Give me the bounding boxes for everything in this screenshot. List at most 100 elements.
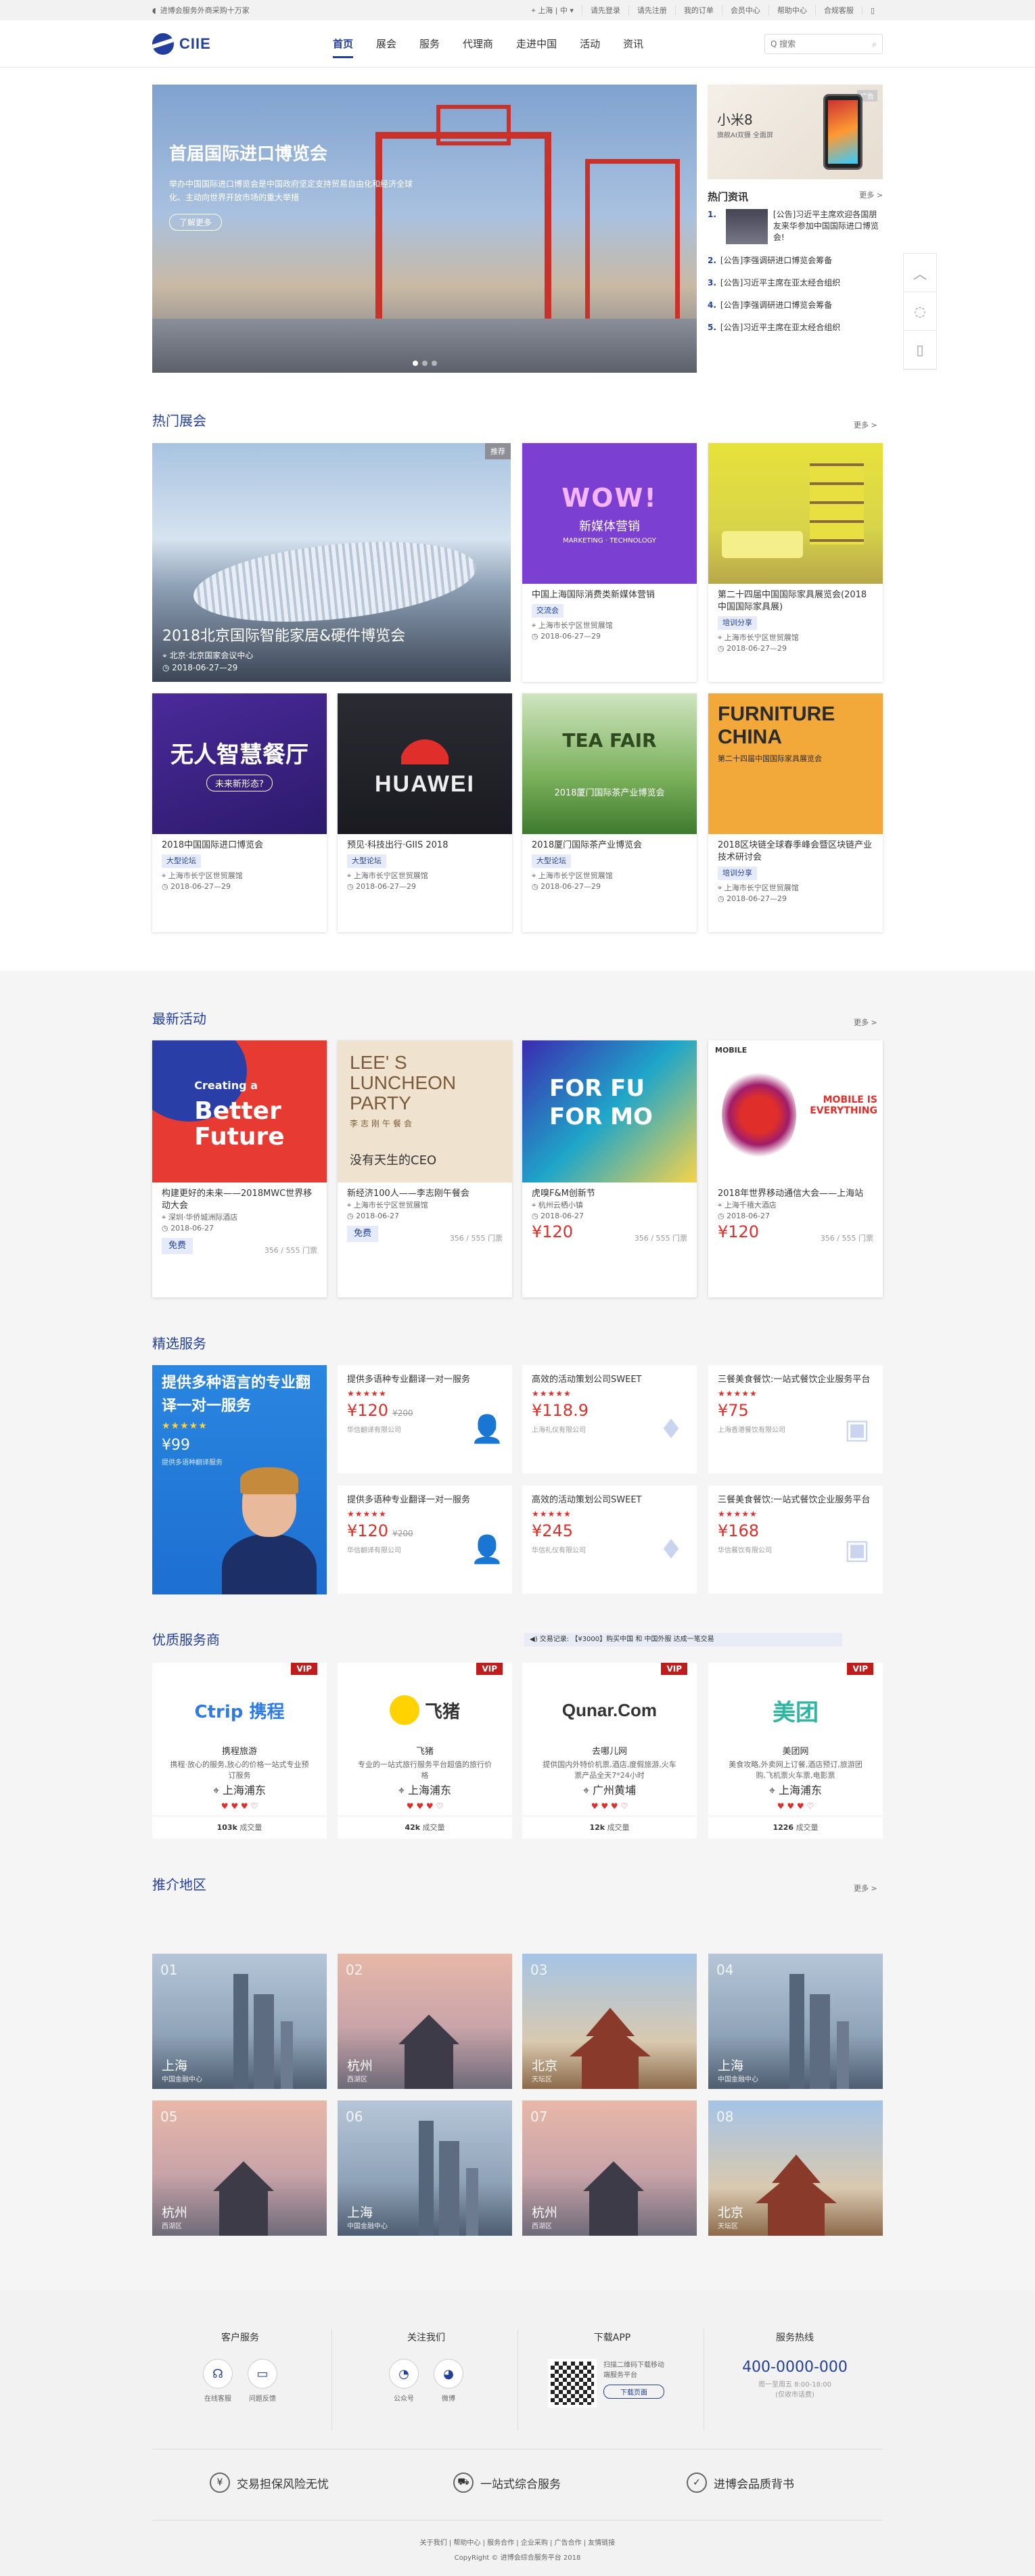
news-item[interactable]: 1. [公告]习近平主席欢迎各国朋友来华参加中国国际进口博览会! <box>708 209 883 244</box>
activity-card[interactable]: LEE' S LUNCHEON PARTY 李志刚午餐会 没有天生的CEO 新经济1… <box>338 1040 512 1297</box>
vendor-location: 广州黄埔 <box>593 1784 637 1797</box>
register-link[interactable]: 请先注册 <box>628 5 675 16</box>
activity-card[interactable]: MOBILE MOBILE IS EVERYTHING 2018年世界移动通信大会… <box>708 1040 883 1297</box>
news-item[interactable]: 5. [公告]习近平主席在亚太经合组织 <box>708 317 883 339</box>
search-icon[interactable]: ⌕ <box>872 39 877 49</box>
news-item[interactable]: 4. [公告]李强调研进口博览会筹备 <box>708 294 883 317</box>
mobile-icon[interactable]: ▯ <box>861 5 883 15</box>
exhibition-card[interactable]: WOW! 新媒体营销 MARKETING · TECHNOLOGY 中国上海国际… <box>522 443 697 682</box>
tie-icon: ♦ <box>659 1534 683 1565</box>
nav-news[interactable]: 资讯 <box>612 20 655 68</box>
hot-news-more[interactable]: 更多 > <box>859 189 883 204</box>
news-thumbnail <box>725 209 768 244</box>
qr-code <box>548 2359 597 2408</box>
vendor-card[interactable]: VIP Ctrip 携程 携程旅游 携程·放心的服务,放心的价格一站式专业预订服… <box>152 1663 327 1839</box>
phone-icon[interactable]: ▯ <box>904 331 936 369</box>
nav-china[interactable]: 走进中国 <box>505 20 568 68</box>
region-card[interactable]: 04 上海 中国金融中心 <box>708 1954 883 2089</box>
exhibition-image: FURNITURE CHINA 第二十四届中国国际家具展览会 <box>708 693 883 834</box>
exhibition-card[interactable]: HUAWEI 预见·科技出行·GIIS 2018 大型论坛 ⌖ 上海市长宁区世贸… <box>338 693 512 932</box>
member-center-link[interactable]: 会员中心 <box>721 5 768 16</box>
vendor-card[interactable]: VIP 美团 美团网 美食攻略,外卖网上订餐,酒店预订,旅游团购,飞机票火车票,… <box>708 1663 883 1839</box>
activity-price: ¥120 <box>532 1222 574 1241</box>
hot-news: 热门资讯 更多 > 1. [公告]习近平主席欢迎各国朋友来华参加中国国际进口博览会… <box>708 189 883 339</box>
service-card[interactable]: 提供多语种专业翻译一对一服务 ★★★★★ ¥120 ¥200 华信翻译有限公司 👤 <box>338 1486 512 1594</box>
location-selector[interactable]: ⌖ 上海 | 中 ▾ <box>524 5 582 16</box>
activity-location: 深圳·华侨城洲际酒店 <box>168 1213 238 1222</box>
region-card[interactable]: 03 北京 天坛区 <box>522 1954 697 2089</box>
featured-service-sub: 提供多语种翻译服务 <box>162 1459 223 1467</box>
featured-service[interactable]: 提供多种语言的专业翻译一对一服务 ★★★★★ ¥99 提供多语种翻译服务 <box>152 1365 327 1594</box>
regions-more[interactable]: 更多 > <box>854 1883 877 1893</box>
region-card[interactable]: 08 北京 天坛区 <box>708 2100 883 2236</box>
orders-link[interactable]: 我的订单 <box>674 5 722 16</box>
exhibition-card[interactable]: 无人智慧餐厅 未来新形态? 2018中国国际进口博览会 大型论坛 ⌖ 上海市长宁… <box>152 693 327 932</box>
vendor-deals: 1226 成交量 <box>708 1816 883 1839</box>
back-to-top-icon[interactable]: ︿ <box>904 254 936 292</box>
news-item[interactable]: 2. [公告]李强调研进口博览会筹备 <box>708 250 883 272</box>
vendor-card[interactable]: VIP Qunar.Com 去哪儿网 提供国内外特价机票,酒店,度假旅游,火车票… <box>522 1663 697 1839</box>
wechat-button[interactable]: ◔ 公众号 <box>387 2359 421 2403</box>
login-link[interactable]: 请先登录 <box>581 5 628 16</box>
nav-services[interactable]: 服务 <box>408 20 451 68</box>
side-ad[interactable]: 广告 小米8 旗舰AI双摄 全面屏 <box>708 85 883 179</box>
download-page-button[interactable]: 下载页面 <box>603 2385 664 2399</box>
featured-exhibition[interactable]: 推荐 2018北京国际智能家居&硬件博览会 ⌖ 北京·北京国家会议中心 ◷ 20… <box>152 443 511 682</box>
headset-icon: ☊ <box>203 2359 233 2389</box>
exhibition-card[interactable]: 第二十四届中国国际家具展览会(2018中国国际家具展) 培训分享 ⌖ 上海市长宁… <box>708 443 883 682</box>
activity-image: LEE' S LUNCHEON PARTY 李志刚午餐会 没有天生的CEO <box>338 1040 512 1182</box>
help-center-link[interactable]: 帮助中心 <box>768 5 815 16</box>
region-card[interactable]: 01 上海 中国金融中心 <box>152 1954 327 2089</box>
check-shield-icon: ✓ <box>687 2472 707 2493</box>
search-input[interactable] <box>770 39 873 49</box>
activity-card[interactable]: Creating a Better Future 构建更好的未来——2018MWC世… <box>152 1040 327 1297</box>
service-card[interactable]: 三餐美食餐饮:一站式餐饮企业服务平台 ★★★★★ ¥75 上海香港餐饮有限公司 … <box>708 1365 883 1473</box>
compliance-service-link[interactable]: 合规客服 <box>814 5 862 16</box>
recommend-tag: 推荐 <box>485 443 511 459</box>
service-card[interactable]: 高效的活动策划公司SWEET ★★★★★ ¥245 华信礼仪有限公司 ♦ <box>522 1486 697 1594</box>
activities-more[interactable]: 更多 > <box>854 1017 877 1028</box>
service-card[interactable]: 高效的活动策划公司SWEET ★★★★★ ¥118.9 上海礼仪有限公司 ♦ <box>522 1365 697 1473</box>
vendor-deals: 12k 成交量 <box>522 1816 697 1839</box>
carousel-dot[interactable] <box>431 361 437 366</box>
nav-activities[interactable]: 活动 <box>568 20 612 68</box>
vendor-rating: ♥ ♥ ♥ ♡ <box>221 1801 258 1811</box>
service-card[interactable]: 三餐美食餐饮:一站式餐饮企业服务平台 ★★★★★ ¥168 华信餐饮有限公司 ▣ <box>708 1486 883 1594</box>
region-subtitle: 天坛区 <box>718 2223 738 2230</box>
region-card[interactable]: 06 上海 中国金融中心 <box>338 2100 512 2236</box>
person-icon: 👤 <box>470 1534 504 1565</box>
region-card[interactable]: 05 杭州 西湖区 <box>152 2100 327 2236</box>
hot-exhibitions-more[interactable]: 更多 > <box>854 419 877 430</box>
activity-card[interactable]: FOR FU FOR MO 虎嗅F&M创新节 ⌖ 杭州云栖小镇 ◷ 2018-06… <box>522 1040 697 1297</box>
exhibition-title: 2018厦门国际茶产业博览会 <box>532 840 643 850</box>
exhibition-card[interactable]: FURNITURE CHINA 第二十四届中国国际家具展览会 2018区块链全球春… <box>708 693 883 932</box>
service-card[interactable]: 提供多语种专业翻译一对一服务 ★★★★★ ¥120 ¥200 华信翻译有限公司 👤 <box>338 1365 512 1473</box>
footer-links[interactable]: 关于我们 | 帮助中心 | 服务合作 | 企业采购 | 广告合作 | 友情链接 <box>0 2537 1035 2547</box>
region-city: 北京 <box>718 2205 744 2220</box>
message-icon: ▭ <box>248 2359 277 2389</box>
region-card[interactable]: 02 杭州 西湖区 <box>338 1954 512 2089</box>
news-item[interactable]: 3. [公告]习近平主席在亚太经合组织 <box>708 272 883 294</box>
nav-home[interactable]: 首页 <box>321 20 365 68</box>
vendor-card[interactable]: VIP 飞猪 飞猪 专业的一站式旅行服务平台超值的旅行价格 ⌖ 上海浦东 ♥ ♥… <box>338 1663 512 1839</box>
region-card[interactable]: 07 杭州 西湖区 <box>522 2100 697 2236</box>
feedback-button[interactable]: ▭ 问题反馈 <box>246 2359 279 2403</box>
section-title-services: 精选服务 <box>152 1335 206 1352</box>
carousel-dot[interactable] <box>412 361 418 366</box>
exhibition-image: TEA FAIR 2018厦门国际茶产业博览会 <box>522 693 697 834</box>
featured-exhibition-location: ⌖ 北京·北京国家会议中心 <box>162 651 254 660</box>
exhibition-image: 无人智慧餐厅 未来新形态? <box>152 693 327 834</box>
region-subtitle: 中国金融中心 <box>718 2076 758 2084</box>
weibo-button[interactable]: ◕ 微博 <box>432 2359 465 2403</box>
hero-banner[interactable]: 首届国际进口博览会 举办中国国际进口博览会是中国政府坚定支持贸易自由化和经济全球… <box>152 85 697 373</box>
nav-agents[interactable]: 代理商 <box>451 20 505 68</box>
nav-exhibitions[interactable]: 展会 <box>365 20 408 68</box>
crane-graphic <box>585 159 680 321</box>
carousel-dot[interactable] <box>421 361 428 366</box>
online-service-button[interactable]: ☊ 在线客服 <box>201 2359 235 2403</box>
learn-more-button[interactable]: 了解更多 <box>169 214 223 231</box>
activity-image: FOR FU FOR MO <box>522 1040 697 1182</box>
exhibition-card[interactable]: TEA FAIR 2018厦门国际茶产业博览会 2018厦门国际茶产业博览会 大… <box>522 693 697 932</box>
chat-icon[interactable]: ◌ <box>904 292 936 331</box>
logo[interactable]: CIIE <box>152 33 321 55</box>
